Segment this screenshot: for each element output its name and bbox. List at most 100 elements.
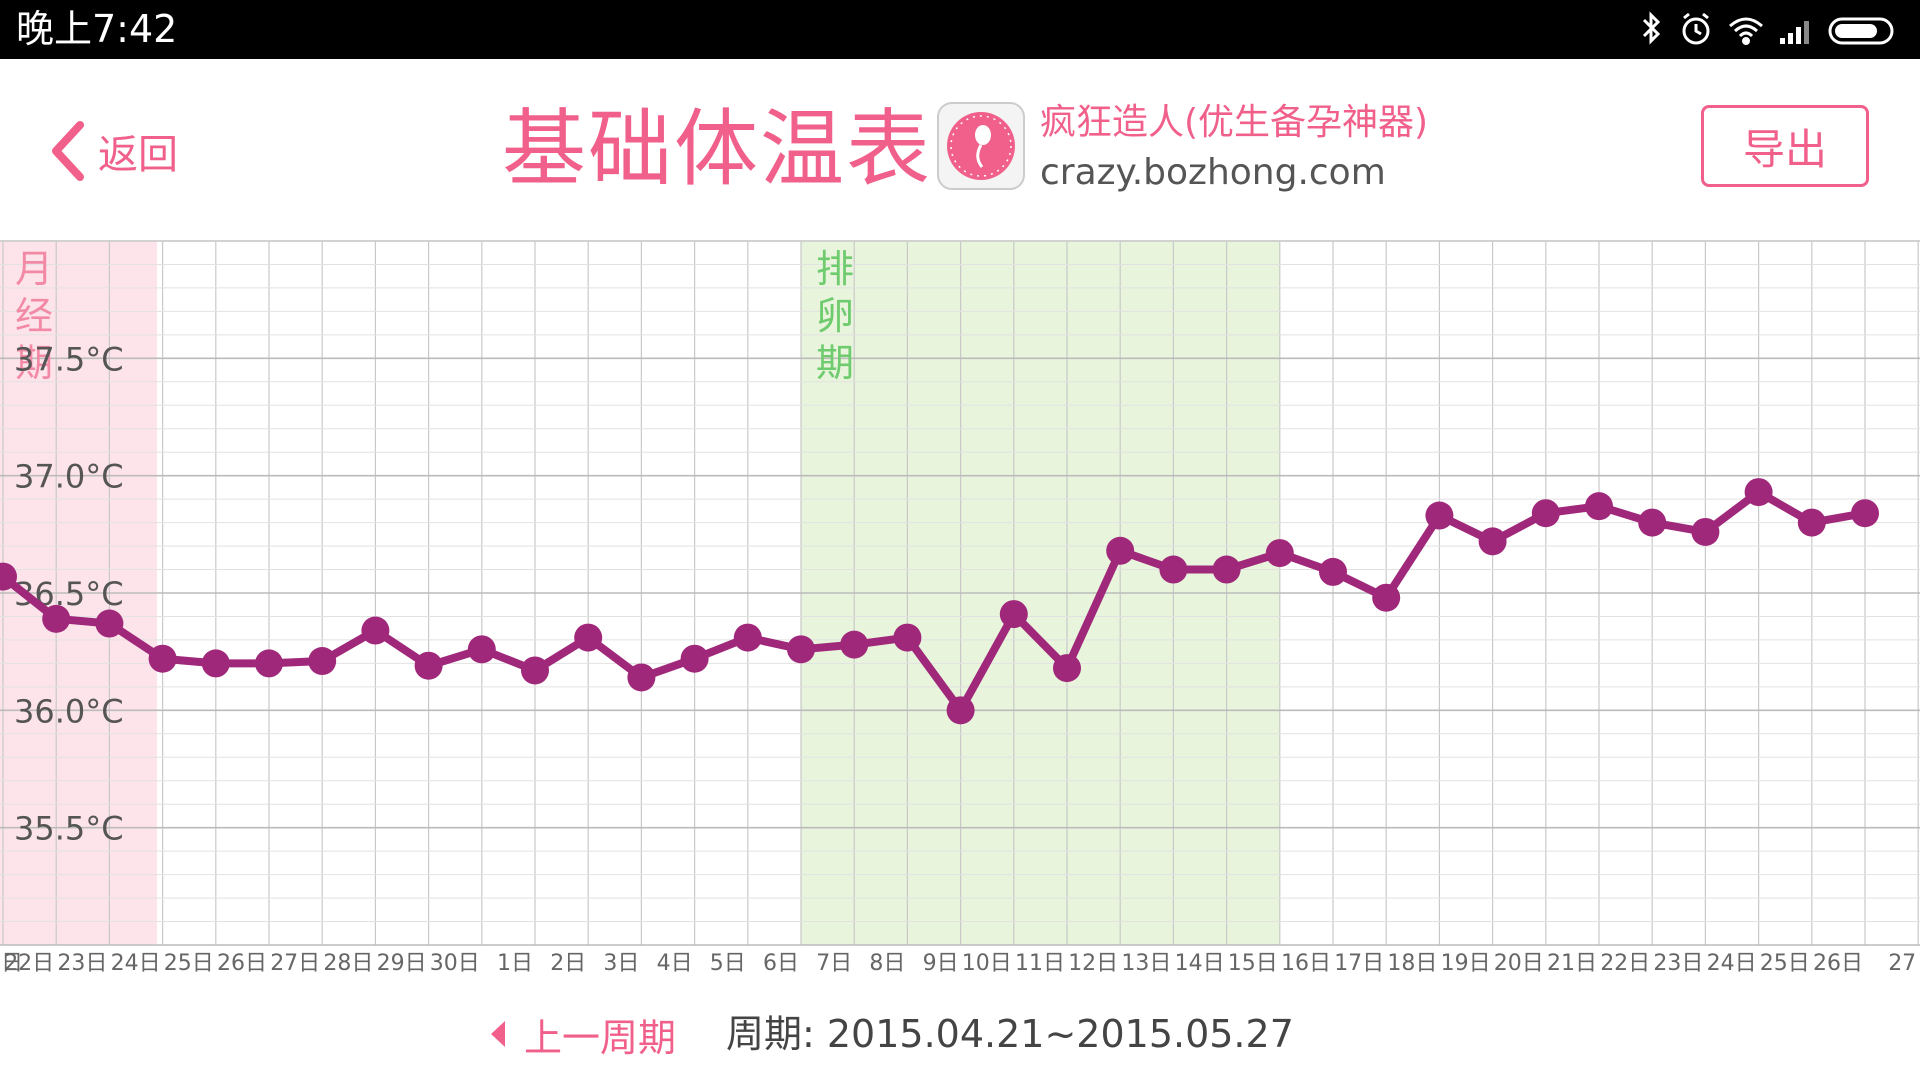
temperature-point [893,623,922,652]
export-button[interactable]: 导出 [1701,105,1869,187]
x-tick-label: 17日 [1334,951,1384,976]
status-bar: 晚上7:42 [0,0,1920,59]
x-tick-label: 7日 [816,951,852,976]
temperature-point [1691,517,1720,546]
y-tick-label: 37.5°C [14,340,124,378]
status-time: 晚上7:42 [16,7,178,51]
x-tick-label: 5日 [710,951,746,976]
alarm-icon [1682,12,1710,45]
x-tick-label: 22日 [4,951,54,976]
app-name: 疯狂造人(优生备孕神器) [1040,102,1429,143]
grid-layer [0,240,1920,946]
temperature-point [999,600,1028,629]
temperature-point [680,644,709,673]
x-tick-label: 3日 [603,951,639,976]
temperature-point [1319,557,1347,586]
signal-icon [1780,21,1809,44]
prev-cycle-button[interactable]: 上一周期 [490,1006,676,1062]
x-tick-label: 16日 [1281,951,1331,976]
temperature-point [255,649,283,678]
x-tick-label: 12日 [1068,951,1118,976]
x-tick-label: 30日 [430,951,480,976]
y-tick-label: 37.0°C [14,458,124,496]
y-tick-label: 36.0°C [14,692,124,730]
temperature-point [467,635,496,664]
wifi-icon [1729,17,1763,45]
x-tick-label: 15日 [1228,951,1278,976]
chevron-left-icon [52,121,84,181]
temperature-point [1265,539,1294,568]
back-button[interactable]: 返回 [50,121,178,181]
temperature-point [627,663,656,692]
temperature-point [840,630,869,659]
band-label-char: 期 [816,341,854,385]
temperature-point [521,656,549,685]
band-label-1: 排卵期 [816,247,854,385]
x-tick-label: 10日 [962,951,1012,976]
prev-cycle-label: 上一周期 [524,1015,677,1060]
back-label: 返回 [98,132,178,178]
x-tick-label: 23日 [57,951,107,976]
x-tick-label: 24日 [1707,951,1757,976]
band-label-char: 排 [816,247,854,291]
temperature-point [308,647,337,676]
bbt-chart: 月经期排卵期 37.5°C37.0°C36.5°C36.0°C35.5°C 日2… [0,240,1920,976]
x-tick-label: 24日 [111,951,161,976]
temperature-point [946,696,975,725]
temperature-point [148,644,177,673]
x-tick-label: 11日 [1015,951,1065,976]
x-tick-label: 23日 [1653,951,1703,976]
temperature-point [1372,583,1401,612]
x-tick-label: 26日 [217,951,267,976]
temperature-point [1585,492,1613,521]
x-tick-label: 29日 [377,951,427,976]
x-tick-label: 28日 [323,951,373,976]
x-tick-label: 25日 [164,951,214,976]
temperature-point [1212,555,1241,584]
triangle-left-icon [491,1021,505,1047]
page-title: 基础体温表 [502,100,933,198]
temperature-point [574,623,603,652]
header: 返回 基础体温表 疯狂造人(优生备孕神器) crazy.bozhong.com … [0,59,1920,239]
temperature-point [1053,654,1081,683]
bluetooth-icon [1642,11,1661,45]
band-label-char: 月 [15,247,53,291]
temperature-point [95,609,124,638]
x-tick-label: 9日 [923,951,959,976]
temperature-point [733,623,762,652]
footer: 上一周期 周期: 2015.04.21~2015.05.27 [0,990,1920,1080]
temperature-point [1159,555,1188,584]
temperature-point [1478,527,1507,556]
cycle-range-text: 周期: 2015.04.21~2015.05.27 [726,1012,1294,1056]
x-tick-label: 13日 [1121,951,1171,976]
x-tick-label: 2日 [550,951,586,976]
temperature-point [1638,508,1667,537]
temperature-point [1744,478,1773,507]
app-url: crazy.bozhong.com [1040,152,1386,193]
x-tick-label: 26日 [1813,951,1863,976]
x-tick-label: 22日 [1600,951,1650,976]
x-tick-label: 1日 [497,951,533,976]
y-tick-label: 35.5°C [14,810,124,848]
x-tick-label: 18日 [1387,951,1437,976]
app-logo-icon [937,102,1025,190]
temperature-point [201,649,230,678]
x-tick-labels: 日22日 23日 24日 25日 26日 27日 28日 29日 30日 1日 2日 3日 4日 5日 6日… [1,951,1916,976]
x-tick-label: 8日 [869,951,905,976]
x-tick-label: 6日 [763,951,799,976]
band-label-char: 卵 [816,294,854,338]
status-icons [1642,11,1894,45]
x-tick-label: 25日 [1760,951,1810,976]
temperature-point [42,604,71,633]
battery-icon [1828,17,1894,45]
temperature-point [1106,536,1135,565]
temperature-point [361,616,390,645]
x-tick-label: 27日 [270,951,320,976]
x-tick-label: 20日 [1494,951,1544,976]
temperature-point [1425,501,1454,530]
x-tick-label: 4日 [657,951,693,976]
temperature-point [1797,508,1826,537]
temperature-point [1851,499,1879,528]
x-tick-label: 14日 [1175,951,1225,976]
temperature-point [787,635,815,664]
